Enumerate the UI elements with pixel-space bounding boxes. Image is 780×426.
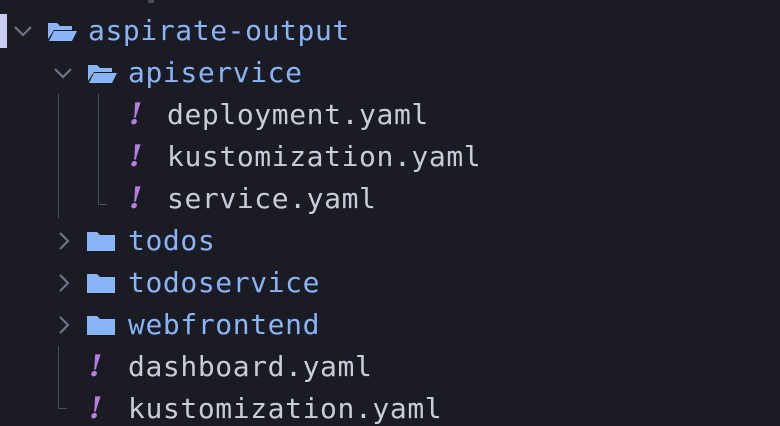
folder-label: webfrontend: [128, 308, 321, 341]
tree-row-aspirate-output[interactable]: aspirate-output: [0, 10, 780, 52]
chevron-down-icon[interactable]: [52, 52, 74, 94]
yaml-icon: !: [129, 139, 143, 174]
yaml-icon: !: [129, 97, 143, 132]
folder-icon: [86, 304, 116, 346]
chevron-right-icon[interactable]: [54, 262, 76, 304]
file-explorer-tree: aspirate-output apiservice ! deployment.…: [0, 0, 780, 426]
file-label: deployment.yaml: [167, 98, 429, 131]
file-label: kustomization.yaml: [128, 392, 443, 425]
folder-label: todoservice: [128, 266, 321, 299]
tree-row-file[interactable]: ! service.yaml: [0, 178, 780, 220]
scrolled-row-fragment: [148, 0, 154, 3]
tree-row-webfrontend[interactable]: webfrontend: [0, 304, 780, 346]
chevron-down-icon[interactable]: [12, 10, 34, 52]
folder-open-icon: [46, 10, 77, 52]
tree-row-file[interactable]: ! deployment.yaml: [0, 94, 780, 136]
tree-row-todos[interactable]: todos: [0, 220, 780, 262]
file-label: service.yaml: [167, 182, 377, 215]
chevron-right-icon[interactable]: [54, 220, 76, 262]
yaml-icon: !: [129, 181, 143, 216]
folder-icon: [86, 262, 116, 304]
file-label: dashboard.yaml: [128, 350, 373, 383]
file-label: kustomization.yaml: [167, 140, 482, 173]
folder-label: todos: [128, 224, 216, 257]
tree-row-todoservice[interactable]: todoservice: [0, 262, 780, 304]
yaml-icon: !: [89, 349, 103, 384]
folder-open-icon: [86, 52, 117, 94]
folder-label: aspirate-output: [88, 14, 350, 47]
selection-indicator: [0, 14, 7, 48]
folder-label: apiservice: [128, 56, 303, 89]
tree-row-file[interactable]: ! kustomization.yaml: [0, 388, 780, 426]
tree-row-apiservice[interactable]: apiservice: [0, 52, 780, 94]
tree-row-file[interactable]: ! kustomization.yaml: [0, 136, 780, 178]
folder-icon: [86, 220, 116, 262]
tree-row-file[interactable]: ! dashboard.yaml: [0, 346, 780, 388]
yaml-icon: !: [89, 391, 103, 426]
chevron-right-icon[interactable]: [54, 304, 76, 346]
